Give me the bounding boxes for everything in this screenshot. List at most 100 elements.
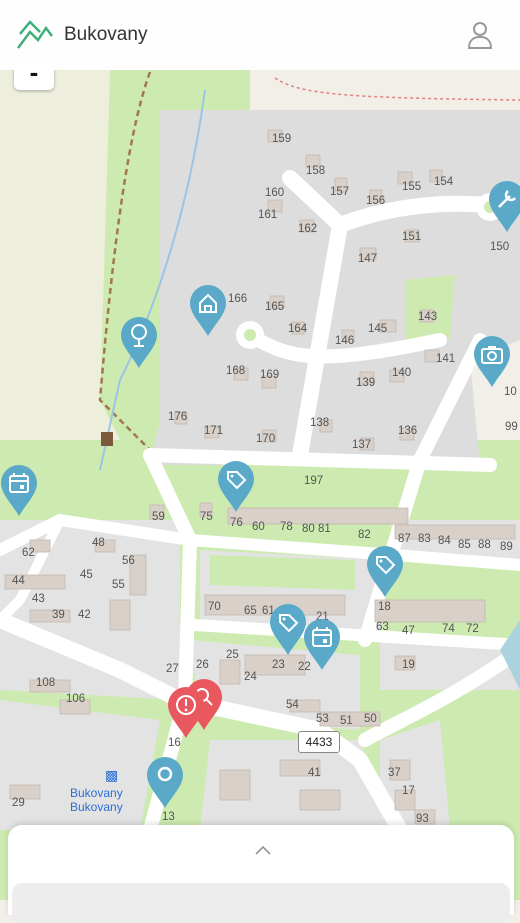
bus-stop-label: Bukovany Bukovany <box>70 786 123 814</box>
app-title: Bukovany <box>64 24 148 45</box>
house-number: 151 <box>402 231 421 243</box>
service-marker[interactable] <box>488 180 520 234</box>
house-number: 75 <box>200 511 213 523</box>
house-number: 27 <box>166 663 179 675</box>
house-number: 56 <box>122 555 135 567</box>
house-number: 168 <box>226 365 245 377</box>
house-number: 89 <box>500 541 513 553</box>
house-number: 76 <box>230 517 243 529</box>
house-number: 59 <box>152 511 165 523</box>
house-number: 164 <box>288 323 308 335</box>
house-number: 161 <box>258 209 277 221</box>
house-number: 60 <box>252 521 265 533</box>
house-number: 43 <box>32 593 45 605</box>
house-number: 171 <box>204 425 223 437</box>
house-number: 55 <box>112 579 125 591</box>
house-number: 17 <box>402 785 415 797</box>
event-marker[interactable] <box>303 618 341 672</box>
house-marker[interactable] <box>189 284 227 338</box>
house-number: 146 <box>335 335 354 347</box>
bottom-sheet-content <box>12 883 510 923</box>
house-number: 23 <box>272 659 285 671</box>
house-number: 18 <box>378 601 391 613</box>
map-canvas[interactable]: 159 158 157 156 155 154 160 161 162 151 … <box>0 0 520 900</box>
house-number: 85 <box>458 539 471 551</box>
house-number: 13 <box>162 811 175 823</box>
house-number: 84 <box>438 535 451 547</box>
bottom-sheet[interactable] <box>8 825 514 923</box>
house-number: 170 <box>256 433 275 445</box>
house-number: 63 <box>376 621 389 633</box>
bus-stop-label-line: Bukovany <box>70 800 123 814</box>
house-number: 54 <box>286 699 299 711</box>
house-number: 50 <box>364 713 377 725</box>
house-number: 147 <box>358 253 377 265</box>
house-number: 138 <box>310 417 329 429</box>
house-number: 41 <box>308 767 321 779</box>
offer-marker[interactable] <box>269 603 307 657</box>
house-number: 81 <box>318 523 331 535</box>
memorial-icon <box>101 432 113 446</box>
house-number: 78 <box>280 521 293 533</box>
house-number: 87 <box>398 533 411 545</box>
house-number: 143 <box>418 311 437 323</box>
house-number: 106 <box>66 693 85 705</box>
event-marker[interactable] <box>0 464 38 518</box>
house-number: 93 <box>416 813 429 825</box>
house-number: 62 <box>22 547 35 559</box>
house-number: 37 <box>388 767 401 779</box>
house-number: 24 <box>244 671 257 683</box>
tree-marker[interactable] <box>120 316 158 370</box>
house-number: 136 <box>398 425 417 437</box>
house-number: 154 <box>434 176 454 188</box>
house-number: 108 <box>36 677 55 689</box>
house-number: 72 <box>466 623 479 635</box>
house-number: 48 <box>92 537 105 549</box>
house-number: 51 <box>340 715 353 727</box>
house-number: 139 <box>356 377 375 389</box>
house-number: 169 <box>260 369 279 381</box>
user-icon[interactable] <box>466 20 494 50</box>
house-number: 155 <box>402 181 421 193</box>
house-number: 166 <box>228 293 247 305</box>
photo-marker[interactable] <box>473 335 511 389</box>
offer-marker[interactable] <box>366 545 404 599</box>
house-number: 39 <box>52 609 65 621</box>
house-number: 65 <box>244 605 257 617</box>
house-number: 83 <box>418 533 431 545</box>
house-number: 150 <box>490 241 509 253</box>
house-number: 197 <box>304 475 323 487</box>
info-marker[interactable] <box>146 756 184 810</box>
house-number: 74 <box>442 623 455 635</box>
house-number: 80 <box>302 523 315 535</box>
house-number: 82 <box>358 529 371 541</box>
house-number: 158 <box>306 165 325 177</box>
house-number: 88 <box>478 539 491 551</box>
alert-marker[interactable] <box>167 686 205 740</box>
house-number: 45 <box>80 569 93 581</box>
mountain-logo-icon[interactable] <box>16 18 54 50</box>
house-number: 99 <box>505 421 518 433</box>
app-header: Bukovany <box>0 0 520 70</box>
bus-stop-label-line: Bukovany <box>70 786 123 800</box>
house-number: 156 <box>366 195 385 207</box>
bus-stop-icon: ▩ <box>105 767 118 783</box>
offer-marker[interactable] <box>217 460 255 514</box>
house-number: 47 <box>402 625 415 637</box>
house-number: 141 <box>436 353 455 365</box>
road-number-label: 4433 <box>298 731 340 753</box>
house-number: 165 <box>265 301 284 313</box>
house-number: 42 <box>78 609 91 621</box>
house-number: 137 <box>352 439 371 451</box>
house-number: 29 <box>12 797 25 809</box>
house-number: 53 <box>316 713 329 725</box>
house-number: 160 <box>265 187 284 199</box>
house-number: 25 <box>226 649 239 661</box>
house-number: 26 <box>196 659 209 671</box>
house-number: 145 <box>368 323 387 335</box>
house-number: 157 <box>330 186 349 198</box>
house-number: 140 <box>392 367 411 379</box>
chevron-up-icon[interactable] <box>255 845 271 855</box>
house-number: 19 <box>402 659 415 671</box>
house-number: 70 <box>208 601 221 613</box>
